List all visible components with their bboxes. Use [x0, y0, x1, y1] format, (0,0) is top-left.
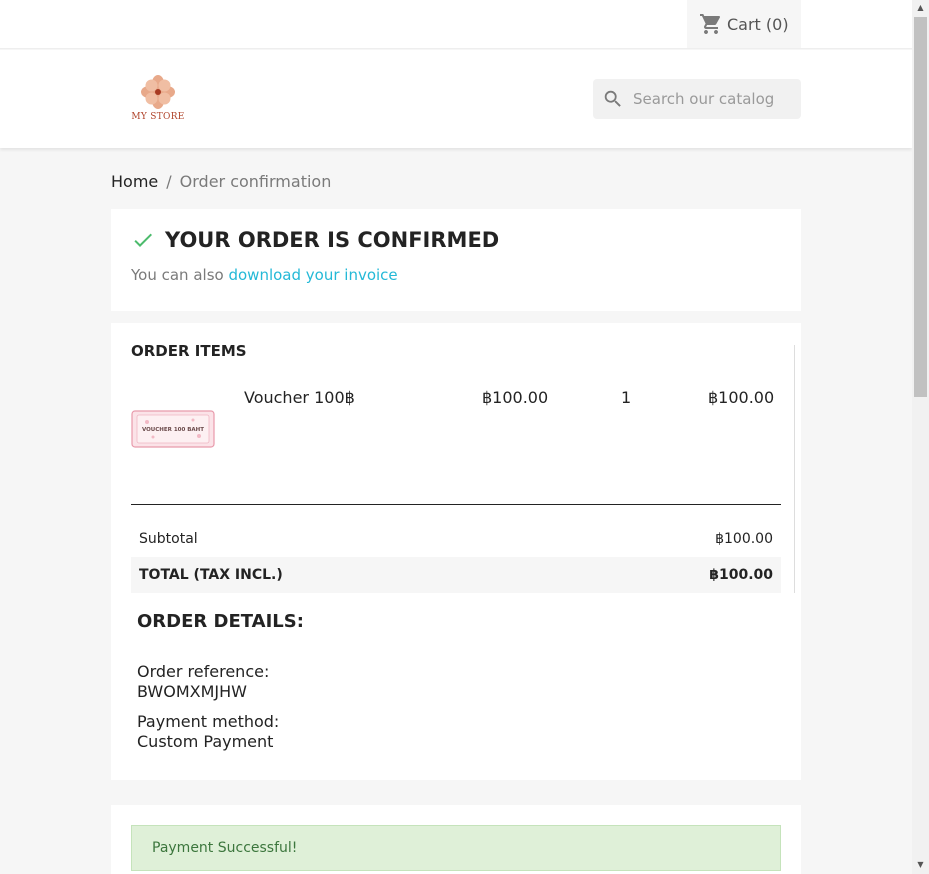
invoice-prefix-text: You can also — [131, 266, 224, 284]
payment-success-alert: Payment Successful! — [131, 825, 781, 871]
page-scrollbar[interactable]: ▲ ▼ — [912, 0, 929, 874]
items-separator — [131, 504, 781, 505]
scrollbar-thumb[interactable] — [914, 17, 927, 397]
cart-label: Cart (0) — [727, 14, 789, 34]
voucher-thumbnail[interactable]: VOUCHER 100 BAHT — [131, 410, 215, 448]
cart-icon — [700, 14, 721, 34]
scroll-up-arrow-icon[interactable]: ▲ — [912, 3, 929, 12]
check-icon — [134, 233, 152, 247]
total-row: TOTAL (TAX INCL.) ฿100.00 — [131, 557, 781, 593]
header: MY STORE — [0, 50, 912, 148]
voucher-thumbnail-text: VOUCHER 100 BAHT — [142, 427, 204, 433]
search-icon — [604, 90, 621, 107]
item-total-price: ฿100.00 — [708, 388, 775, 407]
search-box[interactable] — [593, 79, 801, 119]
logo-text: MY STORE — [131, 112, 185, 122]
confirmation-title: YOUR ORDER IS CONFIRMED — [165, 228, 500, 252]
confirmation-heading: YOUR ORDER IS CONFIRMED — [131, 228, 499, 252]
total-value: ฿100.00 — [709, 567, 773, 583]
order-details-title: ORDER DETAILS: — [137, 611, 304, 632]
download-invoice-link[interactable]: download your invoice — [228, 266, 397, 284]
payment-method-value: Custom Payment — [137, 732, 274, 751]
top-bar: Cart (0) — [0, 0, 912, 49]
items-divider — [794, 345, 795, 593]
subtotal-row: Subtotal ฿100.00 — [131, 521, 781, 557]
payment-success-text: Payment Successful! — [152, 840, 298, 856]
order-items-title: ORDER ITEMS — [131, 342, 247, 360]
store-logo[interactable]: MY STORE — [128, 74, 188, 126]
order-reference-value: BWOMXMJHW — [137, 682, 247, 701]
search-input[interactable] — [633, 90, 793, 108]
order-items-card: ORDER ITEMS VOUCHER 100 BAHT Voucher 100… — [111, 323, 801, 780]
breadcrumb-separator: / — [166, 172, 172, 191]
confirmation-subtitle: You can also download your invoice — [131, 266, 398, 284]
breadcrumb: Home / Order confirmation — [111, 172, 331, 191]
breadcrumb-current: Order confirmation — [179, 172, 332, 191]
scroll-down-arrow-icon[interactable]: ▼ — [912, 860, 929, 869]
item-quantity: 1 — [621, 388, 632, 407]
payment-method-label: Payment method: — [137, 712, 280, 731]
breadcrumb-home-link[interactable]: Home — [111, 172, 158, 191]
item-unit-price: ฿100.00 — [482, 388, 549, 407]
order-reference-label: Order reference: — [137, 662, 270, 681]
total-label: TOTAL (TAX INCL.) — [139, 567, 283, 583]
payment-message-card: Payment Successful! — [111, 805, 801, 874]
logo-flower-icon — [141, 75, 175, 109]
cart-button[interactable]: Cart (0) — [687, 0, 801, 48]
confirmation-card: YOUR ORDER IS CONFIRMED You can also dow… — [111, 209, 801, 311]
subtotal-value: ฿100.00 — [715, 531, 773, 547]
item-name[interactable]: Voucher 100฿ — [244, 388, 355, 407]
subtotal-label: Subtotal — [139, 531, 198, 547]
